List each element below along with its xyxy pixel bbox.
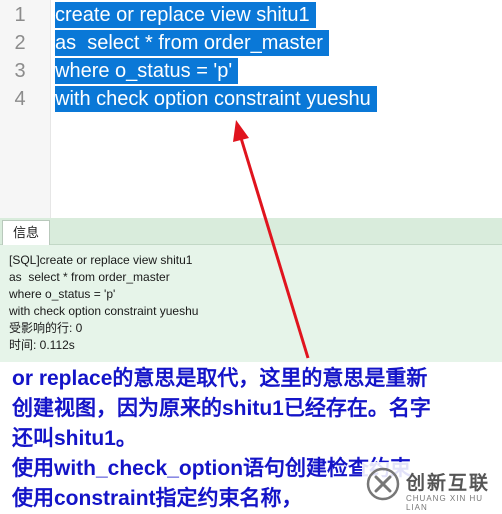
- code-text[interactable]: create or replace view shitu1: [55, 2, 316, 28]
- affected-rows-line: 受影响的行: 0: [9, 321, 83, 335]
- line-number: 3: [14, 60, 26, 82]
- annotation-line: or replace的意思是取代，这里的意思是重新: [12, 367, 428, 390]
- line-number: 1: [14, 4, 26, 26]
- line-number: 2: [14, 32, 26, 54]
- annotation-line: 还叫shitu1。: [12, 427, 137, 450]
- watermark: 创新互联 CHUANG XIN HU LIAN: [362, 462, 502, 512]
- tab-info[interactable]: 信息: [2, 220, 50, 245]
- sql-editor[interactable]: 1 create or replace view shitu1 2 as sel…: [0, 0, 502, 218]
- log-line: with check option constraint yueshu: [9, 304, 199, 318]
- log-line: as select * from order_master: [9, 270, 170, 284]
- code-text[interactable]: with check option constraint yueshu: [55, 86, 377, 112]
- swirl-x-icon: [366, 467, 400, 501]
- annotation-line: 创建视图，因为原来的shitu1已经存在。名字: [12, 397, 431, 420]
- line-number: 4: [14, 88, 26, 110]
- message-log: [SQL]create or replace view shitu1 as se…: [9, 252, 489, 354]
- message-panel: 信息 [SQL]create or replace view shitu1 as…: [0, 218, 502, 362]
- watermark-subtitle: CHUANG XIN HU LIAN: [406, 494, 484, 512]
- code-text[interactable]: as select * from order_master: [55, 30, 329, 56]
- code-text[interactable]: where o_status = 'p': [55, 58, 239, 84]
- watermark-title: 创新互联: [406, 473, 491, 494]
- log-line: where o_status = 'p': [9, 287, 116, 301]
- log-line: [SQL]create or replace view shitu1: [9, 253, 193, 267]
- elapsed-time-line: 时间: 0.112s: [9, 338, 75, 352]
- message-tab-bar: 信息: [0, 218, 502, 245]
